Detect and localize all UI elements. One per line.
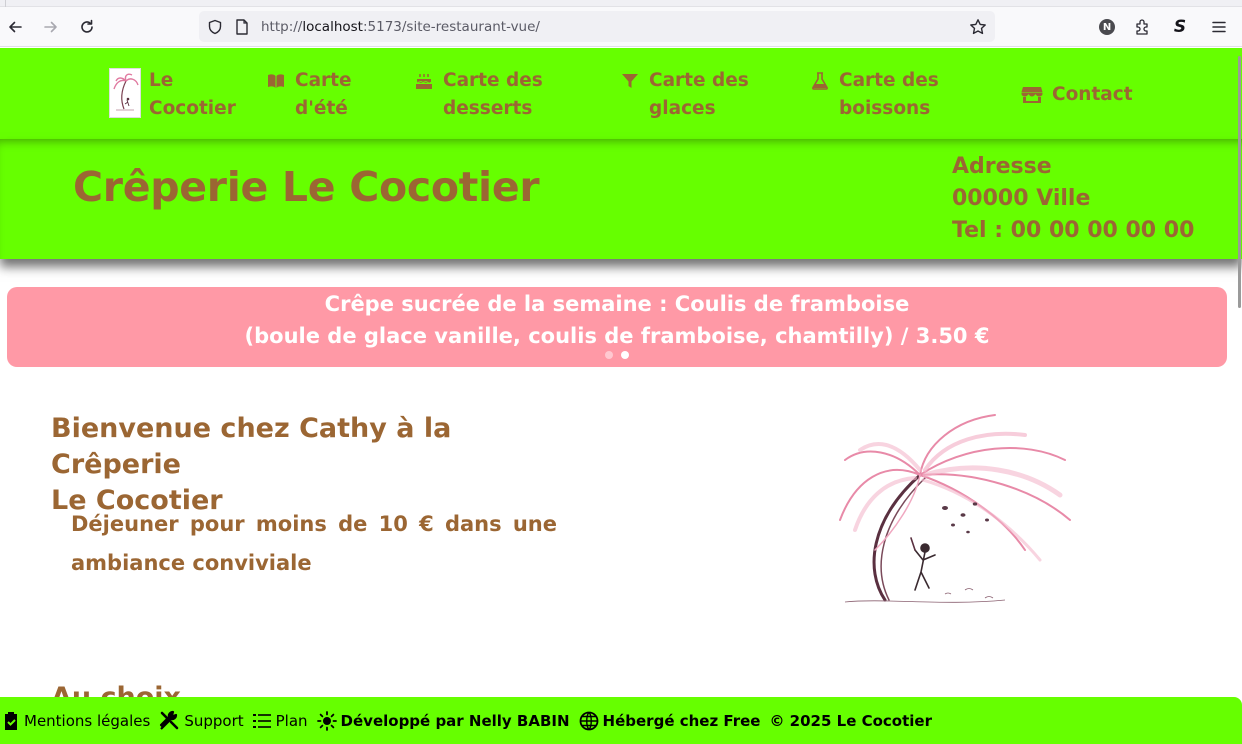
footer-legal-link[interactable]: Mentions légales: [2, 711, 150, 731]
back-arrow-icon[interactable]: [3, 15, 27, 39]
nav-carte-boissons-link[interactable]: Carte des boissons: [811, 67, 939, 123]
reload-icon[interactable]: [75, 15, 99, 39]
cake-icon: [415, 67, 437, 95]
bookmark-star-icon[interactable]: [969, 18, 987, 36]
flask-icon: [811, 67, 833, 95]
nav-carte-desserts-link[interactable]: Carte des desserts: [415, 67, 543, 123]
url-text[interactable]: http://localhost:5173/site-restaurant-vu…: [261, 19, 540, 35]
funnel-icon: [621, 67, 643, 95]
forward-arrow-icon[interactable]: [39, 15, 63, 39]
nav-carte-ete-link[interactable]: Carte d'été: [267, 67, 352, 123]
sun-icon: [316, 710, 337, 731]
extensions-puzzle-icon[interactable]: [1132, 16, 1154, 38]
extension-s-icon[interactable]: S: [1169, 16, 1191, 38]
store-icon: [1021, 81, 1045, 109]
tagline-text: Déjeuner pour moins de 10 € dans une amb…: [71, 512, 557, 575]
footer-support-link[interactable]: Support: [159, 710, 244, 731]
url-bar[interactable]: http://localhost:5173/site-restaurant-vu…: [199, 11, 995, 42]
list-icon: [252, 713, 271, 728]
footer-developer-credit: Développé par Nelly BABIN: [316, 710, 570, 731]
page-title: Crêperie Le Cocotier: [73, 163, 540, 211]
book-icon: [267, 67, 289, 95]
city-line: 00000 Ville: [952, 186, 1091, 211]
page-info-icon[interactable]: [233, 18, 251, 36]
carousel-dot-1[interactable]: [605, 351, 613, 359]
browser-tab-strip: [0, 0, 1242, 7]
address-block: Adresse 00000 Ville Tel : 00 00 00 00 00: [952, 151, 1194, 247]
welcome-heading: Bienvenue chez Cathy à la Crêperie Le Coc…: [51, 413, 452, 516]
coconut-tree-illustration: [825, 400, 1085, 615]
site-footer: Mentions légales Support Plan Développé …: [0, 697, 1242, 744]
nav-carte-glaces-link[interactable]: Carte des glaces: [621, 67, 749, 123]
browser-toolbar: http://localhost:5173/site-restaurant-vu…: [0, 7, 1242, 47]
hamburger-menu-icon[interactable]: [1208, 16, 1230, 38]
extension-n-icon[interactable]: N: [1096, 16, 1118, 38]
weekly-special-carousel[interactable]: Crêpe sucrée de la semaine : Coulis de f…: [7, 287, 1227, 367]
nav-contact-link[interactable]: Contact: [1021, 81, 1133, 109]
footer-plan-link[interactable]: Plan: [252, 712, 308, 730]
carousel-description: (boule de glace vanille, coulis de framb…: [244, 324, 990, 348]
clipboard-check-icon: [5, 711, 17, 730]
tools-icon: [160, 710, 179, 730]
carousel-title: Crêpe sucrée de la semaine : Coulis de f…: [324, 292, 910, 316]
footer-copyright: © 2025 Le Cocotier: [769, 711, 932, 730]
globe-icon: [579, 711, 598, 730]
phone-line: Tel : 00 00 00 00 00: [952, 218, 1195, 243]
footer-hosting-credit: Hébergé chez Free: [579, 711, 760, 731]
address-line: Adresse: [952, 154, 1052, 179]
carousel-dot-2[interactable]: [621, 351, 629, 359]
nav-home-link[interactable]: Le Cocotier: [149, 67, 236, 123]
logo-image[interactable]: [109, 68, 141, 118]
shield-icon[interactable]: [206, 18, 224, 36]
page-scrollbar[interactable]: [1238, 56, 1241, 308]
